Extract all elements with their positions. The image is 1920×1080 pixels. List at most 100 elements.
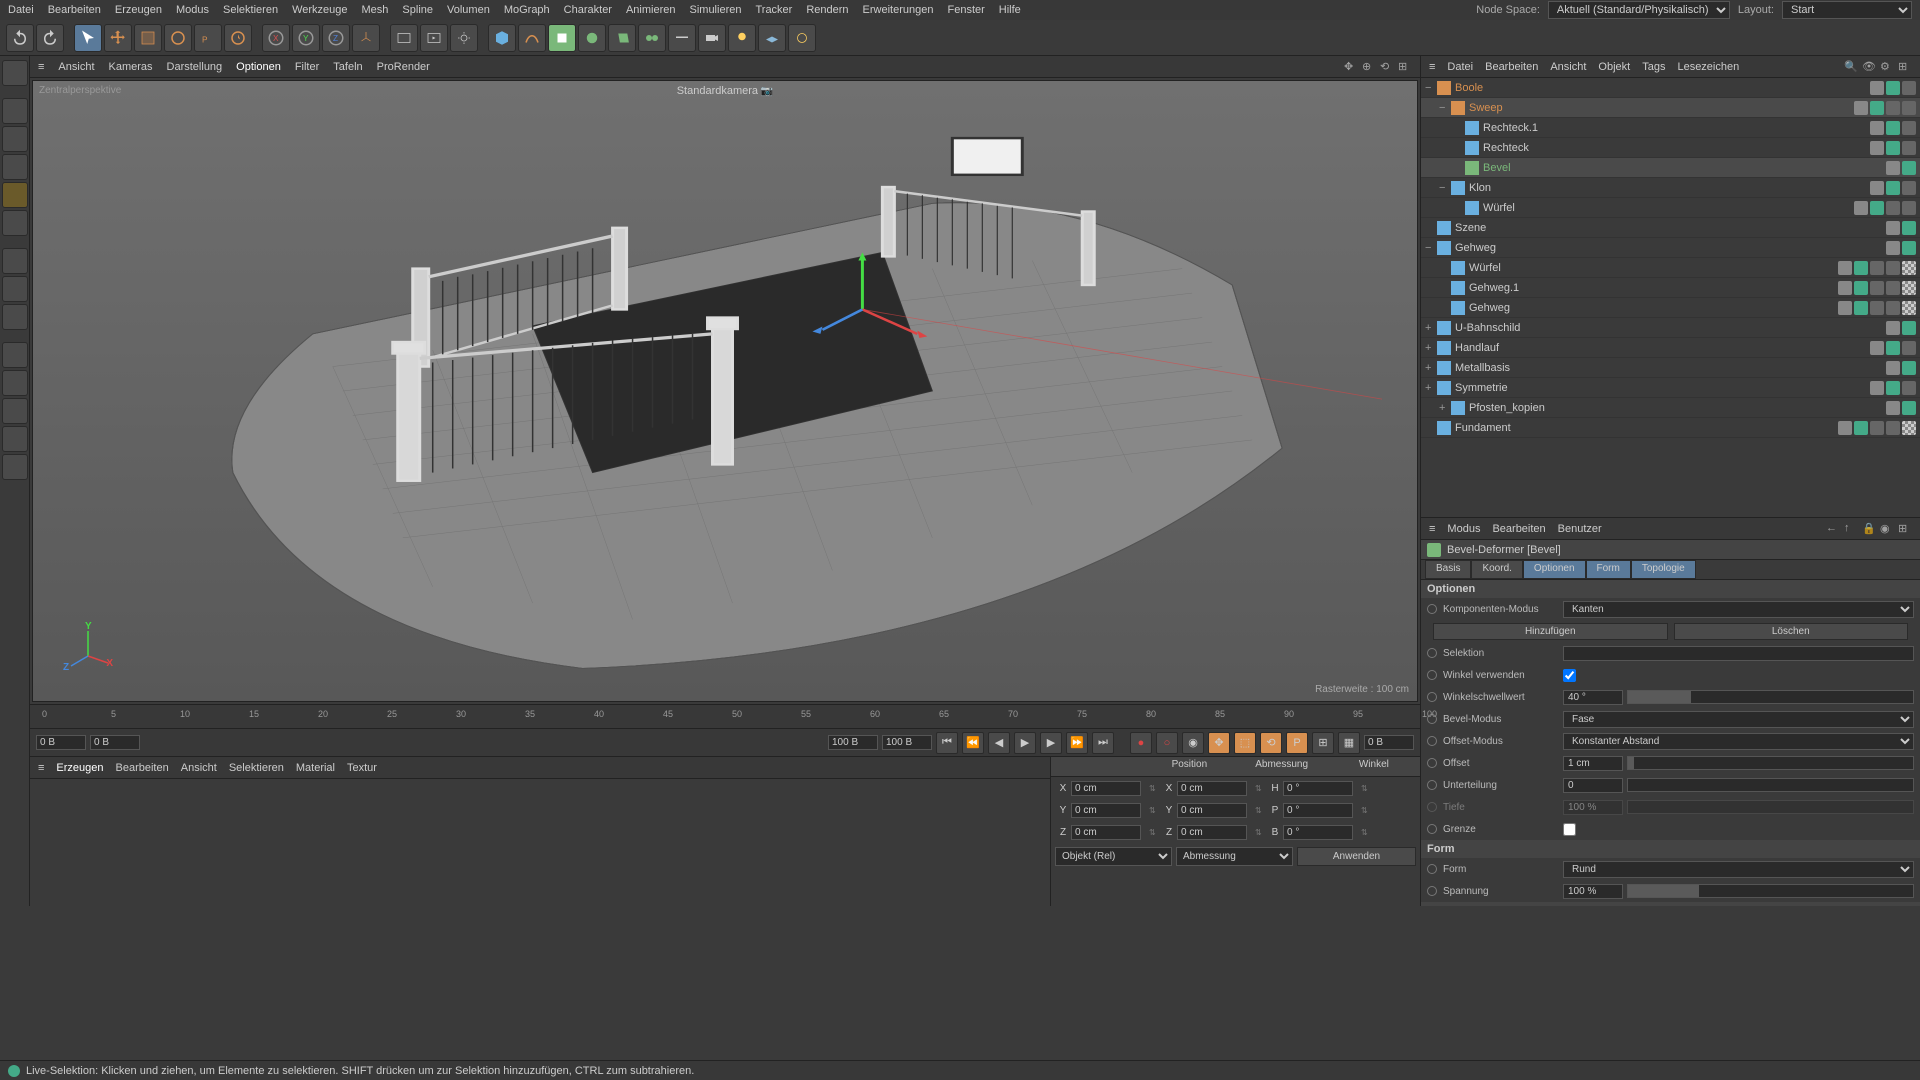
object-tag[interactable] (1854, 261, 1868, 275)
coord-size-select[interactable]: Abmessung (1176, 847, 1293, 866)
object-tag[interactable] (1854, 301, 1868, 315)
object-tag[interactable] (1902, 201, 1916, 215)
material-area[interactable] (30, 779, 1050, 906)
object-tag[interactable] (1886, 361, 1900, 375)
menu-datei[interactable]: Datei (8, 4, 34, 16)
model-mode-icon[interactable] (2, 98, 28, 124)
menu-volumen[interactable]: Volumen (447, 4, 490, 16)
spinner-icon[interactable]: ⇅ (1149, 806, 1161, 815)
next-frame-button[interactable]: ▶ (1040, 732, 1062, 754)
vp-menu-optionen[interactable]: Optionen (236, 61, 281, 73)
spinner-icon[interactable]: ⇅ (1255, 828, 1267, 837)
hinzufuegen-button[interactable]: Hinzufügen (1433, 623, 1668, 640)
edges-mode-icon[interactable] (2, 276, 28, 302)
key-rot-button[interactable]: ⟲ (1260, 732, 1282, 754)
vp-hamburger-icon[interactable]: ≡ (38, 61, 44, 73)
add-light[interactable] (728, 24, 756, 52)
tree-row[interactable]: Rechteck (1421, 138, 1920, 158)
attr-anim-dot[interactable] (1427, 692, 1437, 702)
vp-move-icon[interactable]: ✥ (1344, 60, 1358, 74)
menu-bearbeiten[interactable]: Bearbeiten (48, 4, 101, 16)
key-param-button[interactable]: P (1286, 732, 1308, 754)
spinner-icon[interactable]: ⇅ (1255, 806, 1267, 815)
om-hamburger-icon[interactable]: ≡ (1429, 61, 1435, 73)
loeschen-button[interactable]: Löschen (1674, 623, 1909, 640)
object-tag[interactable] (1902, 341, 1916, 355)
offset-input[interactable] (1563, 756, 1623, 771)
om-max-icon[interactable]: ⊞ (1898, 60, 1912, 74)
object-tag[interactable] (1886, 261, 1900, 275)
attr-anim-dot[interactable] (1427, 648, 1437, 658)
timeline-ruler[interactable]: 0510152025303540455055606570758085909510… (30, 704, 1420, 728)
attr-menu-benutzer[interactable]: Benutzer (1558, 523, 1602, 535)
attr-anim-dot[interactable] (1427, 824, 1437, 834)
object-tag[interactable] (1870, 421, 1884, 435)
komponenten-modus-select[interactable]: Kanten (1563, 601, 1914, 618)
winkelschwellwert-slider[interactable] (1627, 690, 1914, 704)
mat-menu-material[interactable]: Material (296, 762, 335, 774)
object-tag[interactable] (1838, 301, 1852, 315)
points-mode-icon[interactable] (2, 248, 28, 274)
layout-select[interactable]: Start (1782, 1, 1912, 19)
tree-row[interactable]: Fundament (1421, 418, 1920, 438)
object-tag[interactable] (1870, 261, 1884, 275)
vp-menu-ansicht[interactable]: Ansicht (58, 61, 94, 73)
object-tag[interactable] (1886, 241, 1900, 255)
tree-row[interactable]: − Sweep (1421, 98, 1920, 118)
object-tag[interactable] (1902, 381, 1916, 395)
enable-axis-icon[interactable] (2, 342, 28, 368)
next-key-button[interactable]: ⏩ (1066, 732, 1088, 754)
mat-menu-erzeugen[interactable]: Erzeugen (56, 762, 103, 774)
attr-anim-dot[interactable] (1427, 604, 1437, 614)
attr-anim-dot[interactable] (1427, 670, 1437, 680)
object-tag[interactable] (1886, 401, 1900, 415)
tree-item-name[interactable]: Rechteck.1 (1483, 122, 1870, 134)
material-tag[interactable] (1902, 261, 1916, 275)
key-pla-button[interactable]: ⊞ (1312, 732, 1334, 754)
attr-hamburger-icon[interactable]: ≡ (1429, 523, 1435, 535)
unterteilung-input[interactable] (1563, 778, 1623, 793)
object-tag[interactable] (1870, 181, 1884, 195)
menu-simulieren[interactable]: Simulieren (690, 4, 742, 16)
tree-expand-icon[interactable]: − (1439, 102, 1451, 114)
tree-item-name[interactable]: Sweep (1469, 102, 1854, 114)
tree-row[interactable]: −Klon (1421, 178, 1920, 198)
select-tool[interactable] (74, 24, 102, 52)
tree-item-name[interactable]: Gehweg (1469, 302, 1838, 314)
om-menu-objekt[interactable]: Objekt (1598, 61, 1630, 73)
offset-slider[interactable] (1627, 756, 1914, 770)
mat-menu-textur[interactable]: Textur (347, 762, 377, 774)
attr-tab-koord.[interactable]: Koord. (1471, 560, 1522, 579)
spannung-slider[interactable] (1627, 884, 1914, 898)
tree-row[interactable]: +Pfosten_kopien (1421, 398, 1920, 418)
scale-tool[interactable] (134, 24, 162, 52)
coord-c-input[interactable] (1283, 781, 1353, 796)
make-editable-icon[interactable] (2, 60, 28, 86)
mat-menu-bearbeiten[interactable]: Bearbeiten (116, 762, 169, 774)
attr-tab-optionen[interactable]: Optionen (1523, 560, 1586, 579)
timeline-end-input[interactable] (828, 735, 878, 750)
object-tag[interactable] (1886, 341, 1900, 355)
om-search-icon[interactable]: 🔍 (1844, 60, 1858, 74)
workplane-icon[interactable] (2, 426, 28, 452)
tree-item-name[interactable]: Handlauf (1455, 342, 1870, 354)
menu-charakter[interactable]: Charakter (564, 4, 612, 16)
soft-selection-icon[interactable] (2, 454, 28, 480)
object-tag[interactable] (1870, 281, 1884, 295)
timeline-start2-input[interactable] (90, 735, 140, 750)
tree-item-name[interactable]: Symmetrie (1455, 382, 1870, 394)
object-tag[interactable] (1886, 301, 1900, 315)
add-cube[interactable] (488, 24, 516, 52)
add-scene[interactable] (668, 24, 696, 52)
mat-hamburger-icon[interactable]: ≡ (38, 762, 44, 774)
spinner-icon[interactable]: ⇅ (1255, 784, 1267, 793)
tree-item-name[interactable]: Gehweg (1455, 242, 1886, 254)
coord-b-input[interactable] (1177, 825, 1247, 840)
menu-erweiterungen[interactable]: Erweiterungen (863, 4, 934, 16)
add-spline[interactable] (518, 24, 546, 52)
spannung-input[interactable] (1563, 884, 1623, 899)
polygons-mode-icon[interactable] (2, 304, 28, 330)
coord-c-input[interactable] (1283, 825, 1353, 840)
object-tag[interactable] (1838, 261, 1852, 275)
menu-selektieren[interactable]: Selektieren (223, 4, 278, 16)
